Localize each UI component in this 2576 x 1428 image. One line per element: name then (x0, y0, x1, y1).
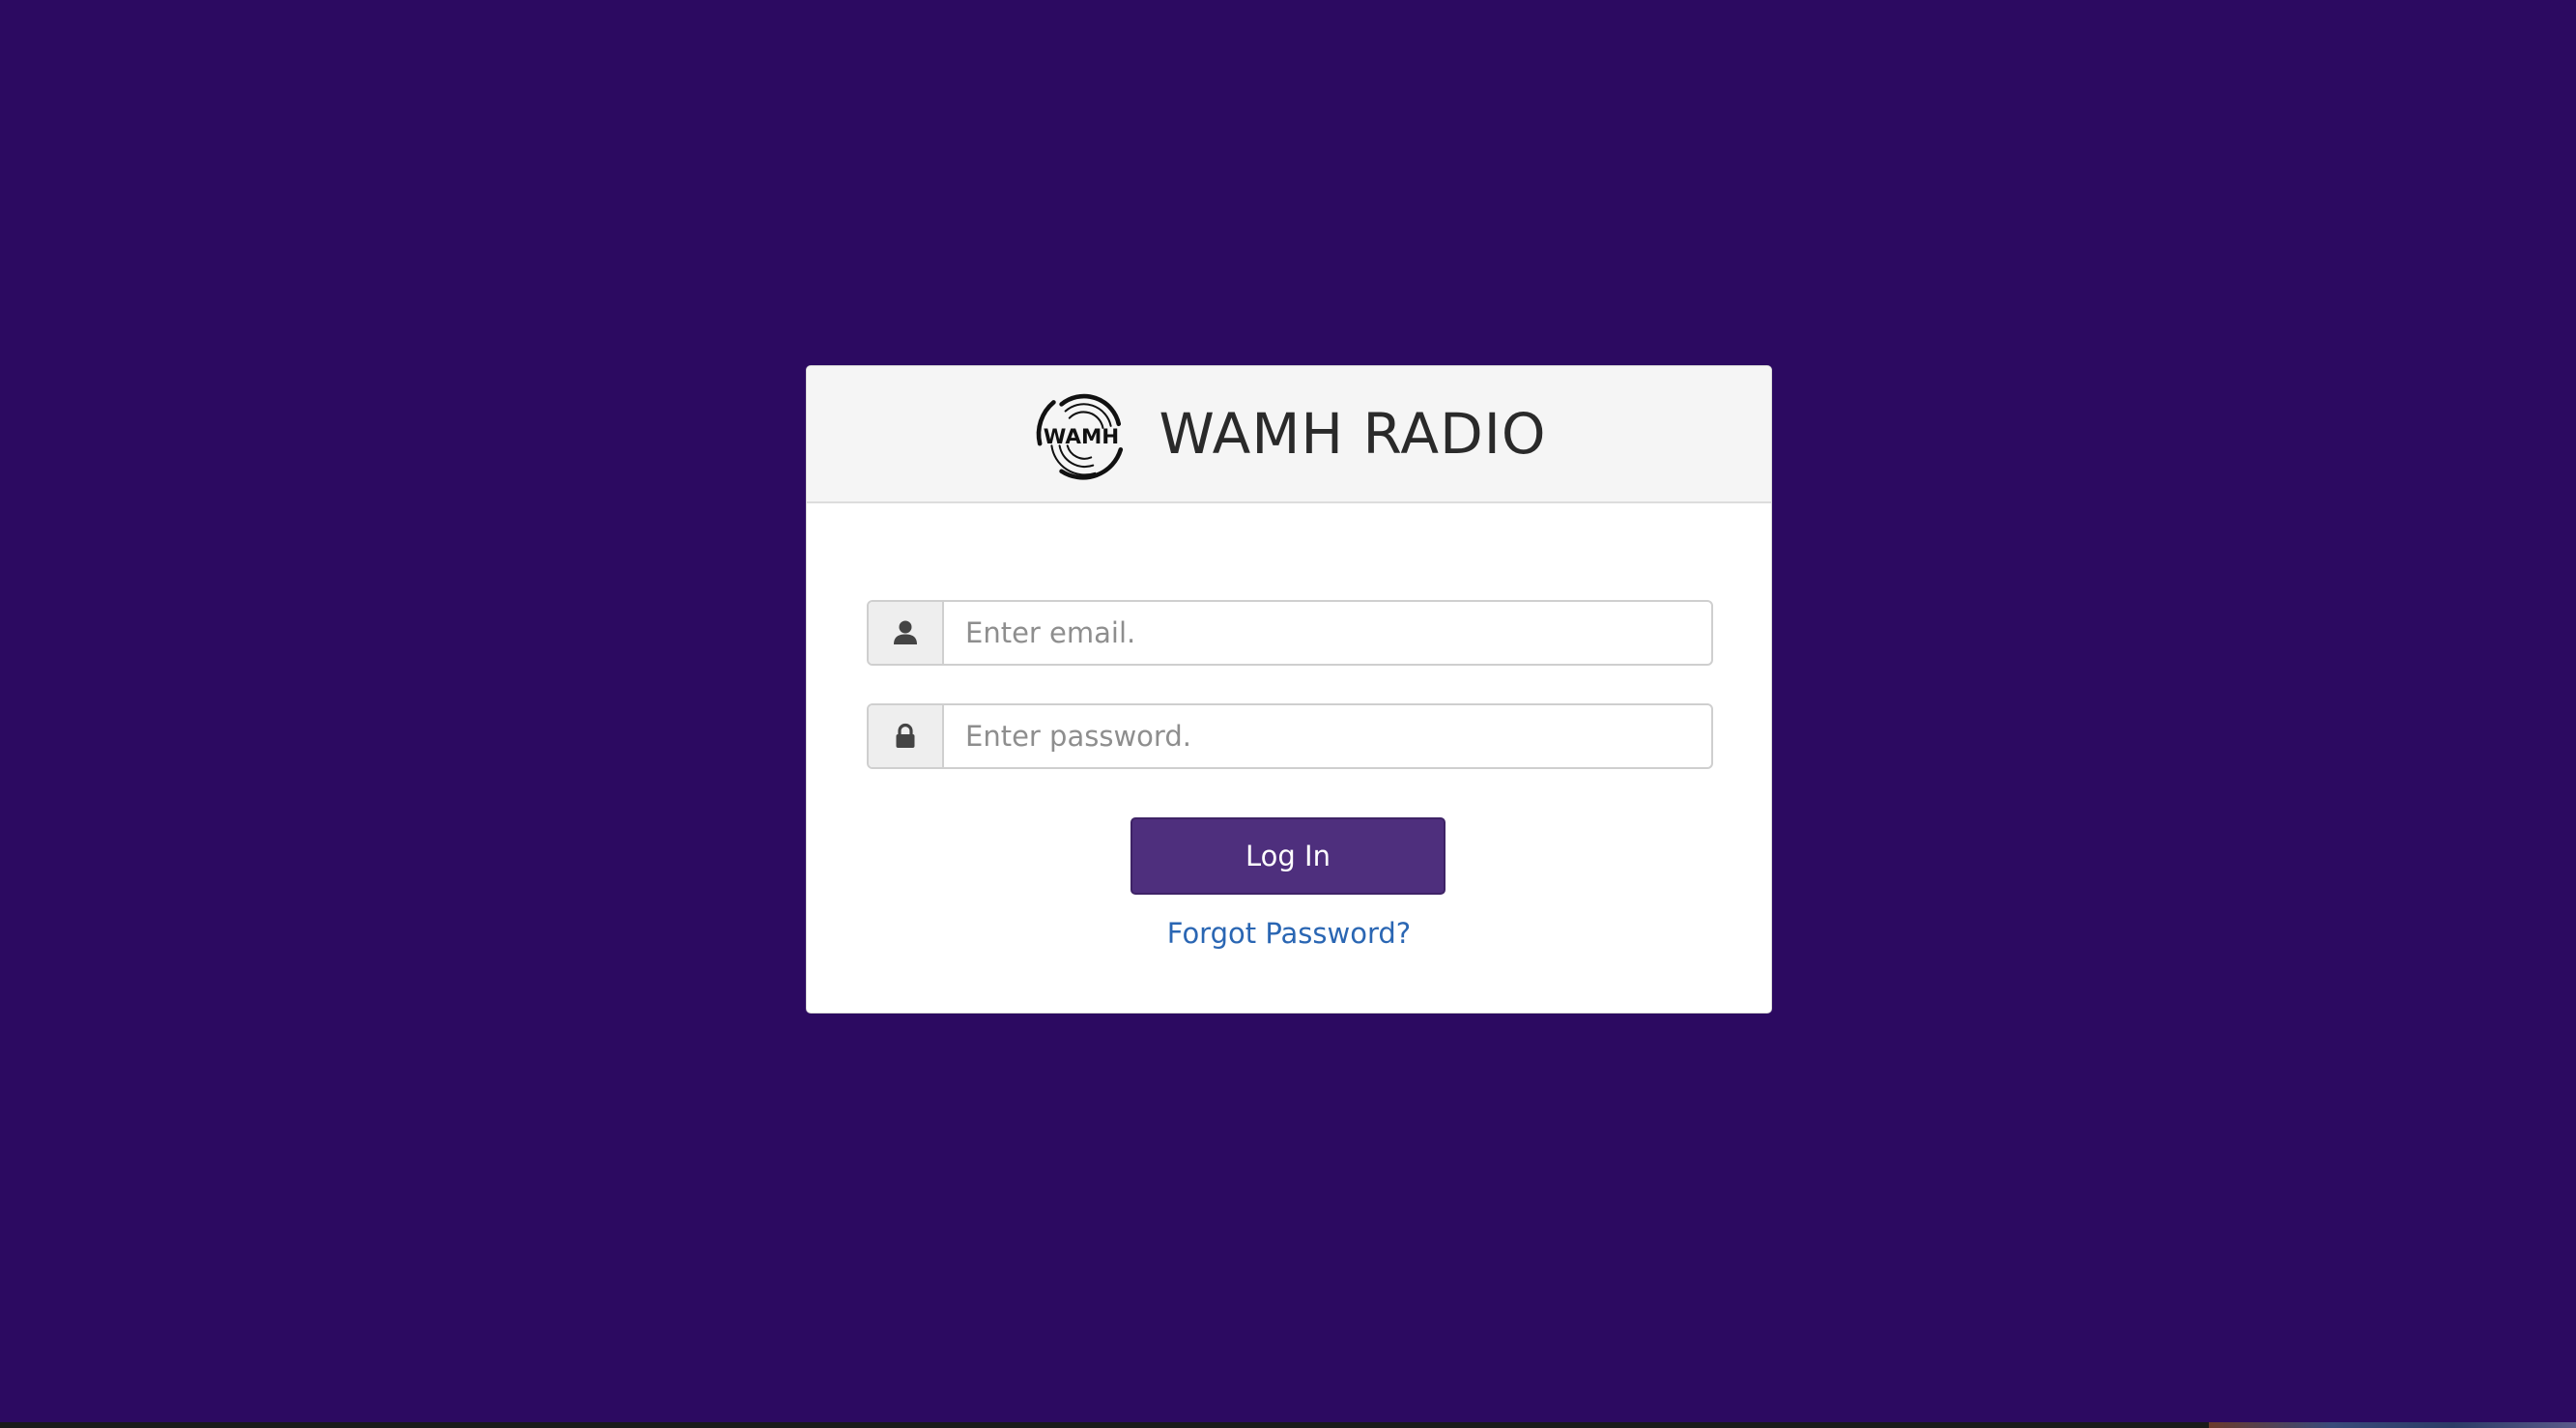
login-card: WAMH WAMH RADIO Log In Forgot P (806, 365, 1772, 1014)
password-input[interactable] (944, 705, 1711, 767)
taskbar-thumbnails (2209, 1422, 2576, 1428)
password-addon (869, 705, 944, 767)
taskbar-strip (0, 1422, 2576, 1428)
lock-icon (896, 723, 915, 748)
email-addon (869, 602, 944, 664)
password-input-group (867, 703, 1713, 769)
svg-text:WAMH: WAMH (1043, 425, 1118, 449)
card-header: WAMH WAMH RADIO (807, 366, 1771, 503)
email-input[interactable] (944, 602, 1711, 664)
email-input-group (867, 600, 1713, 666)
page-title: WAMH RADIO (1159, 401, 1547, 467)
user-icon (894, 620, 917, 644)
wamh-logo: WAMH (1036, 393, 1123, 480)
login-button[interactable]: Log In (1131, 817, 1445, 895)
forgot-password-link[interactable]: Forgot Password? (807, 917, 1771, 950)
